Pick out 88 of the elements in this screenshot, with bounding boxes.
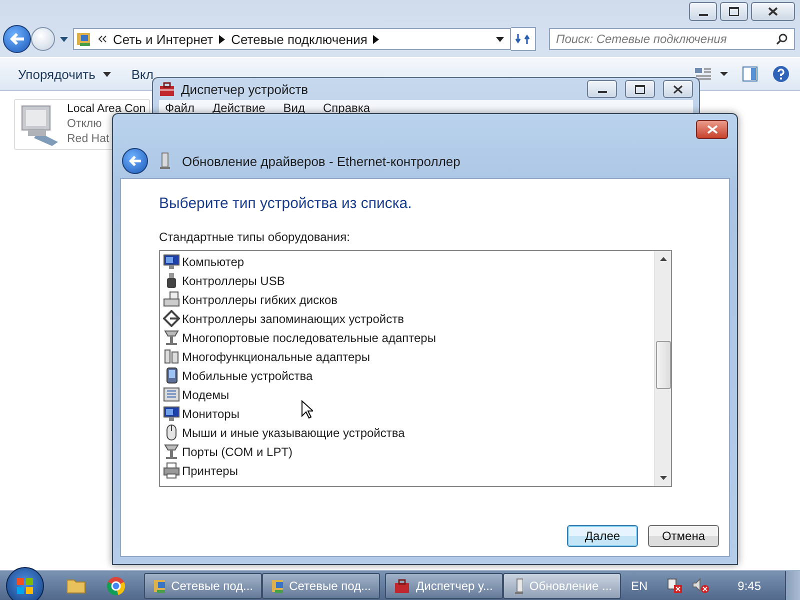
scrollbar[interactable] — [654, 251, 671, 486]
menu-item[interactable]: Справка — [323, 101, 370, 115]
keypad-icon — [163, 386, 180, 403]
overflow-chevron-icon[interactable] — [98, 35, 107, 43]
chevron-icon[interactable] — [219, 34, 226, 44]
breadcrumb[interactable]: Сеть и Интернет — [113, 32, 214, 46]
browser-icon[interactable] — [106, 576, 126, 596]
list-item[interactable]: Модемы — [163, 385, 651, 404]
menu-item[interactable]: Файл — [165, 101, 195, 115]
chevron-icon[interactable] — [373, 34, 380, 44]
list-label: Стандартные типы оборудования: — [159, 230, 351, 244]
device-type-list[interactable] — [159, 250, 672, 487]
list-item[interactable]: Компьютер — [163, 252, 651, 271]
close-icon — [706, 125, 718, 134]
toolbar-button[interactable]: Упорядочить — [8, 66, 122, 82]
back-button[interactable] — [122, 148, 148, 174]
minimize-button[interactable] — [689, 2, 717, 21]
speaker-muted-icon[interactable] — [692, 576, 710, 594]
list-item[interactable]: Порты (COM и LPT) — [163, 442, 651, 461]
views-icon[interactable] — [694, 66, 728, 82]
device-icon — [512, 578, 524, 594]
folder-icon[interactable] — [66, 576, 86, 594]
clock[interactable]: 9:45 — [738, 578, 761, 592]
caret-icon — [103, 72, 112, 76]
address-bar[interactable]: Сеть и Интернет Сетевые подключения — [73, 28, 511, 50]
show-desktop-button[interactable] — [785, 570, 800, 600]
menu-item[interactable]: Действие — [212, 101, 266, 115]
monitor-icon — [163, 253, 180, 270]
scroll-down-icon[interactable] — [660, 476, 666, 480]
breadcrumb[interactable]: Сетевые подключения — [231, 32, 368, 46]
refresh-icon — [515, 32, 531, 46]
back-arrow-icon — [128, 155, 142, 167]
dialog-button[interactable]: Далее — [567, 525, 638, 547]
restore-button[interactable] — [720, 2, 748, 21]
device-icon — [160, 152, 170, 170]
back-arrow-icon — [9, 32, 25, 46]
scroll-up-icon[interactable] — [660, 257, 666, 261]
drive-icon — [163, 291, 180, 308]
network-folder-icon — [271, 578, 284, 594]
dialog-button[interactable]: Отмена — [648, 525, 719, 547]
card-icon — [163, 348, 180, 365]
flag-icon — [15, 576, 35, 596]
printer-icon — [163, 462, 180, 479]
search-icon — [776, 33, 788, 45]
toolbox-icon — [159, 81, 175, 97]
list-item[interactable]: Многофункциональные адаптеры — [163, 347, 651, 366]
mouse-pointer-icon — [301, 400, 313, 419]
close-icon — [673, 84, 683, 94]
start-button[interactable] — [6, 566, 44, 600]
maximize-button[interactable] — [625, 80, 655, 98]
language-indicator[interactable]: EN — [630, 578, 648, 592]
back-button[interactable] — [3, 25, 31, 53]
dropdown-caret-icon[interactable] — [496, 36, 504, 42]
list-item[interactable]: Контроллеры гибких дисков — [163, 290, 651, 309]
toolbox-icon — [394, 578, 410, 594]
instruction-heading: Выберите тип устройства из списка. — [159, 195, 413, 212]
list-item[interactable]: Контроллеры USB — [163, 271, 651, 290]
adapter-name: Red Hat — [67, 132, 110, 147]
help-icon[interactable] — [772, 65, 790, 83]
search-field[interactable]: Поиск: Сетевые подключения — [549, 28, 795, 50]
preview-pane-icon[interactable] — [742, 66, 758, 82]
list-item[interactable]: Мыши и иные указывающие устройства — [163, 423, 651, 442]
close-button[interactable] — [696, 120, 728, 139]
toolbar-button[interactable]: Вкл — [121, 66, 164, 82]
diamond-icon — [163, 310, 180, 327]
network-error-icon[interactable] — [666, 576, 684, 594]
monitor-icon — [163, 405, 180, 422]
minimize-button[interactable] — [587, 80, 617, 98]
list-item[interactable]: Многопортовые последовательные адаптеры — [163, 328, 651, 347]
caret-icon[interactable] — [60, 36, 68, 42]
connector-icon — [163, 443, 180, 460]
list-item[interactable]: Принтеры — [163, 461, 651, 480]
list-item[interactable]: Мобильные устройства — [163, 366, 651, 385]
connection-status: Отклю — [67, 117, 103, 132]
connection-name: Local Area Con — [67, 102, 146, 117]
close-button[interactable] — [751, 2, 795, 21]
window-title: Диспетчер устройств — [181, 82, 308, 96]
menu-item[interactable]: Вид — [283, 101, 305, 115]
dialog-title: Обновление драйверов - Ethernet-контроллер — [182, 154, 460, 168]
close-icon — [768, 7, 778, 16]
refresh-button[interactable] — [511, 27, 536, 51]
scroll-thumb[interactable] — [656, 341, 670, 389]
close-button[interactable] — [663, 80, 693, 98]
network-folder-icon — [153, 578, 166, 594]
list-item[interactable]: Контроллеры запоминающих устройств — [163, 309, 651, 328]
network-folder-icon — [76, 31, 92, 47]
connector-icon — [163, 329, 180, 346]
list-item[interactable]: Мониторы — [163, 404, 651, 423]
